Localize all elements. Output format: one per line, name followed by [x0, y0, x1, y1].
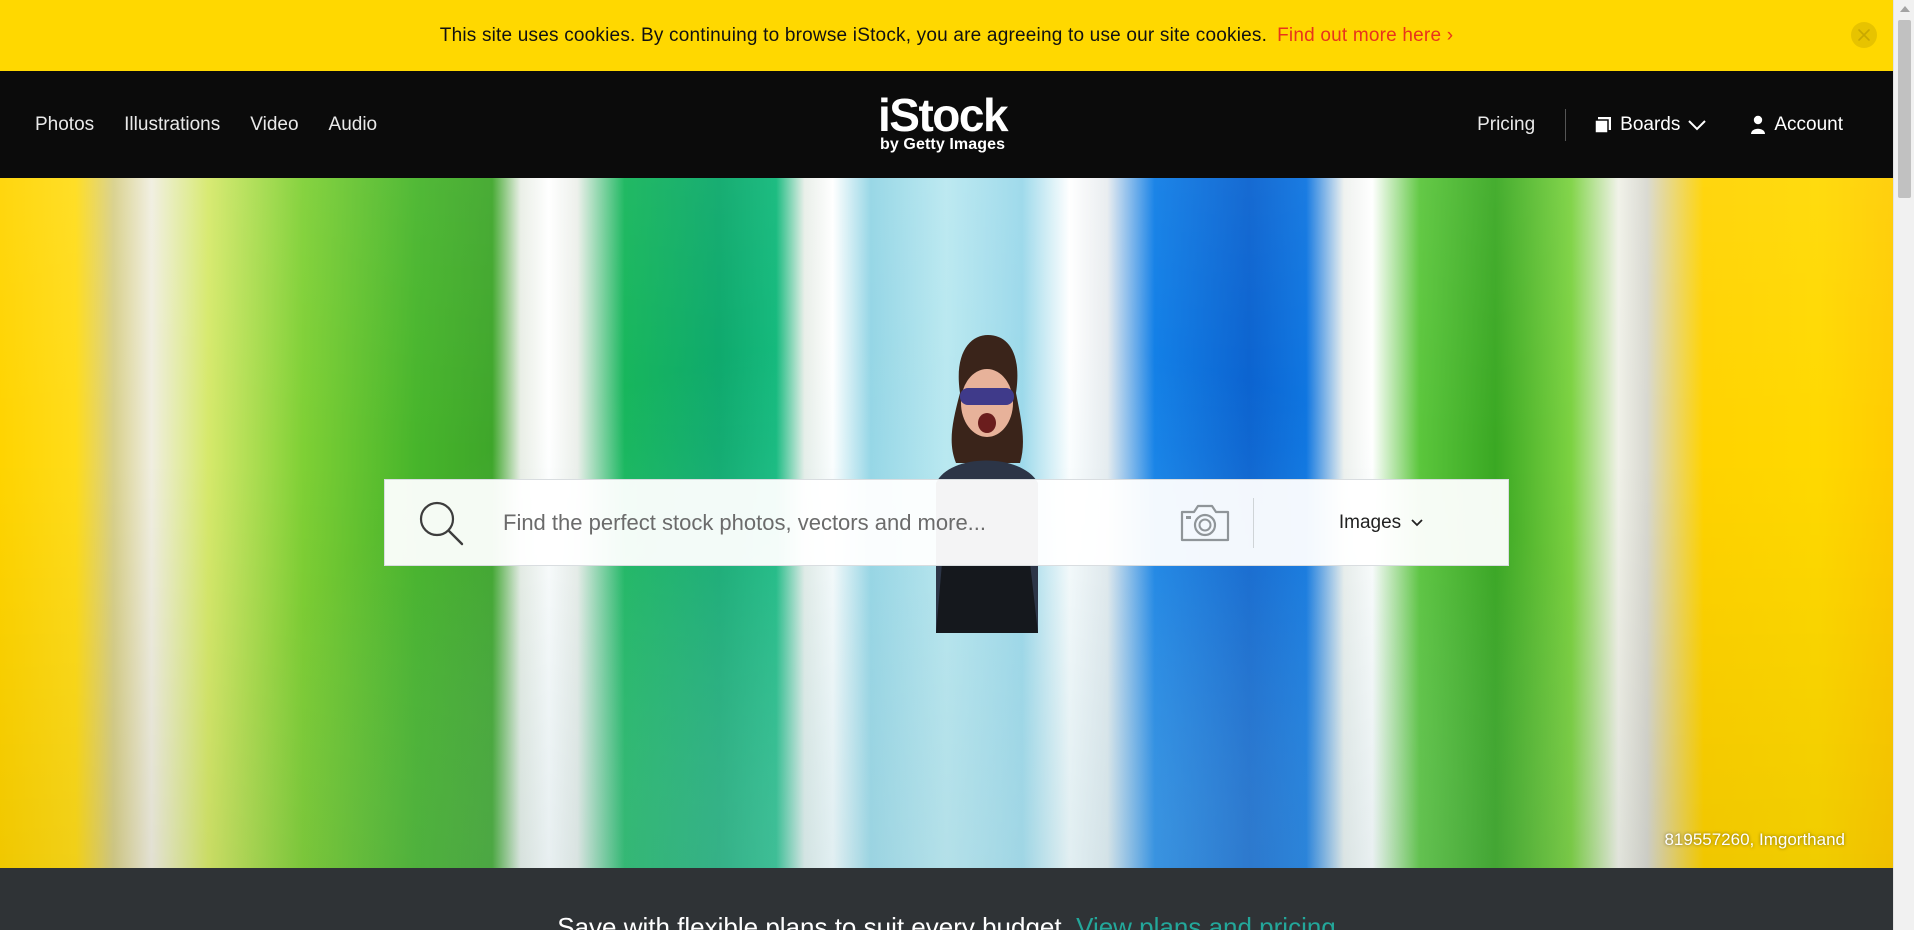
boards-label: Boards: [1620, 113, 1681, 135]
chevron-down-icon: [1688, 119, 1707, 130]
nav-pricing-link[interactable]: Pricing: [1477, 114, 1535, 136]
nav-media-types: Photos Illustrations Video Audio: [35, 71, 377, 178]
media-type-dropdown[interactable]: Images: [1254, 512, 1508, 534]
cookie-message: This site uses cookies. By continuing to…: [439, 24, 1268, 46]
nav-video-link[interactable]: Video: [250, 114, 298, 136]
pricing-promo-bar: Save with flexible plans to suit every b…: [0, 868, 1893, 930]
page-scrollbar[interactable]: [1893, 0, 1914, 930]
promo-message: Save with flexible plans to suit every b…: [0, 912, 1893, 930]
user-icon: [1751, 115, 1766, 134]
cookie-banner: This site uses cookies. By continuing to…: [0, 0, 1893, 71]
search-input[interactable]: [501, 508, 1159, 537]
close-icon: [1858, 29, 1870, 41]
logo-wordmark: iStock: [878, 89, 1009, 141]
cookie-more-link[interactable]: Find out more here ›: [1277, 25, 1453, 47]
media-type-selected: Images: [1338, 511, 1402, 533]
scroll-up-icon[interactable]: [1900, 6, 1910, 12]
promo-text: Save with flexible plans to suit every b…: [557, 912, 1069, 930]
cookie-close-button[interactable]: [1851, 22, 1877, 48]
top-navigation: Photos Illustrations Video Audio iStock …: [0, 71, 1893, 178]
nav-audio-link[interactable]: Audio: [329, 114, 378, 136]
nav-photos-link[interactable]: Photos: [35, 114, 94, 136]
nav-account-button[interactable]: Account: [1750, 114, 1843, 136]
view-plans-link[interactable]: View plans and pricing: [1076, 912, 1336, 930]
istock-logo[interactable]: iStock by Getty Images: [878, 89, 1018, 157]
nav-illustrations-link[interactable]: Illustrations: [124, 114, 220, 136]
nav-divider: [1565, 108, 1567, 141]
search-icon[interactable]: [417, 499, 465, 547]
page: This site uses cookies. By continuing to…: [0, 0, 1893, 930]
search-bar: Images: [384, 479, 1509, 566]
scrollbar-thumb[interactable]: [1898, 20, 1911, 198]
logo-tagline: by Getty Images: [880, 136, 1006, 153]
nav-user-area: Pricing Boards Account: [1477, 71, 1843, 178]
image-credit: 819557260, Imgorthand: [1664, 830, 1845, 849]
nav-boards-button[interactable]: Boards: [1594, 113, 1707, 136]
camera-icon[interactable]: [1179, 503, 1231, 543]
chevron-down-icon: [1411, 518, 1423, 526]
boards-icon: [1594, 116, 1612, 134]
account-label: Account: [1774, 113, 1843, 135]
